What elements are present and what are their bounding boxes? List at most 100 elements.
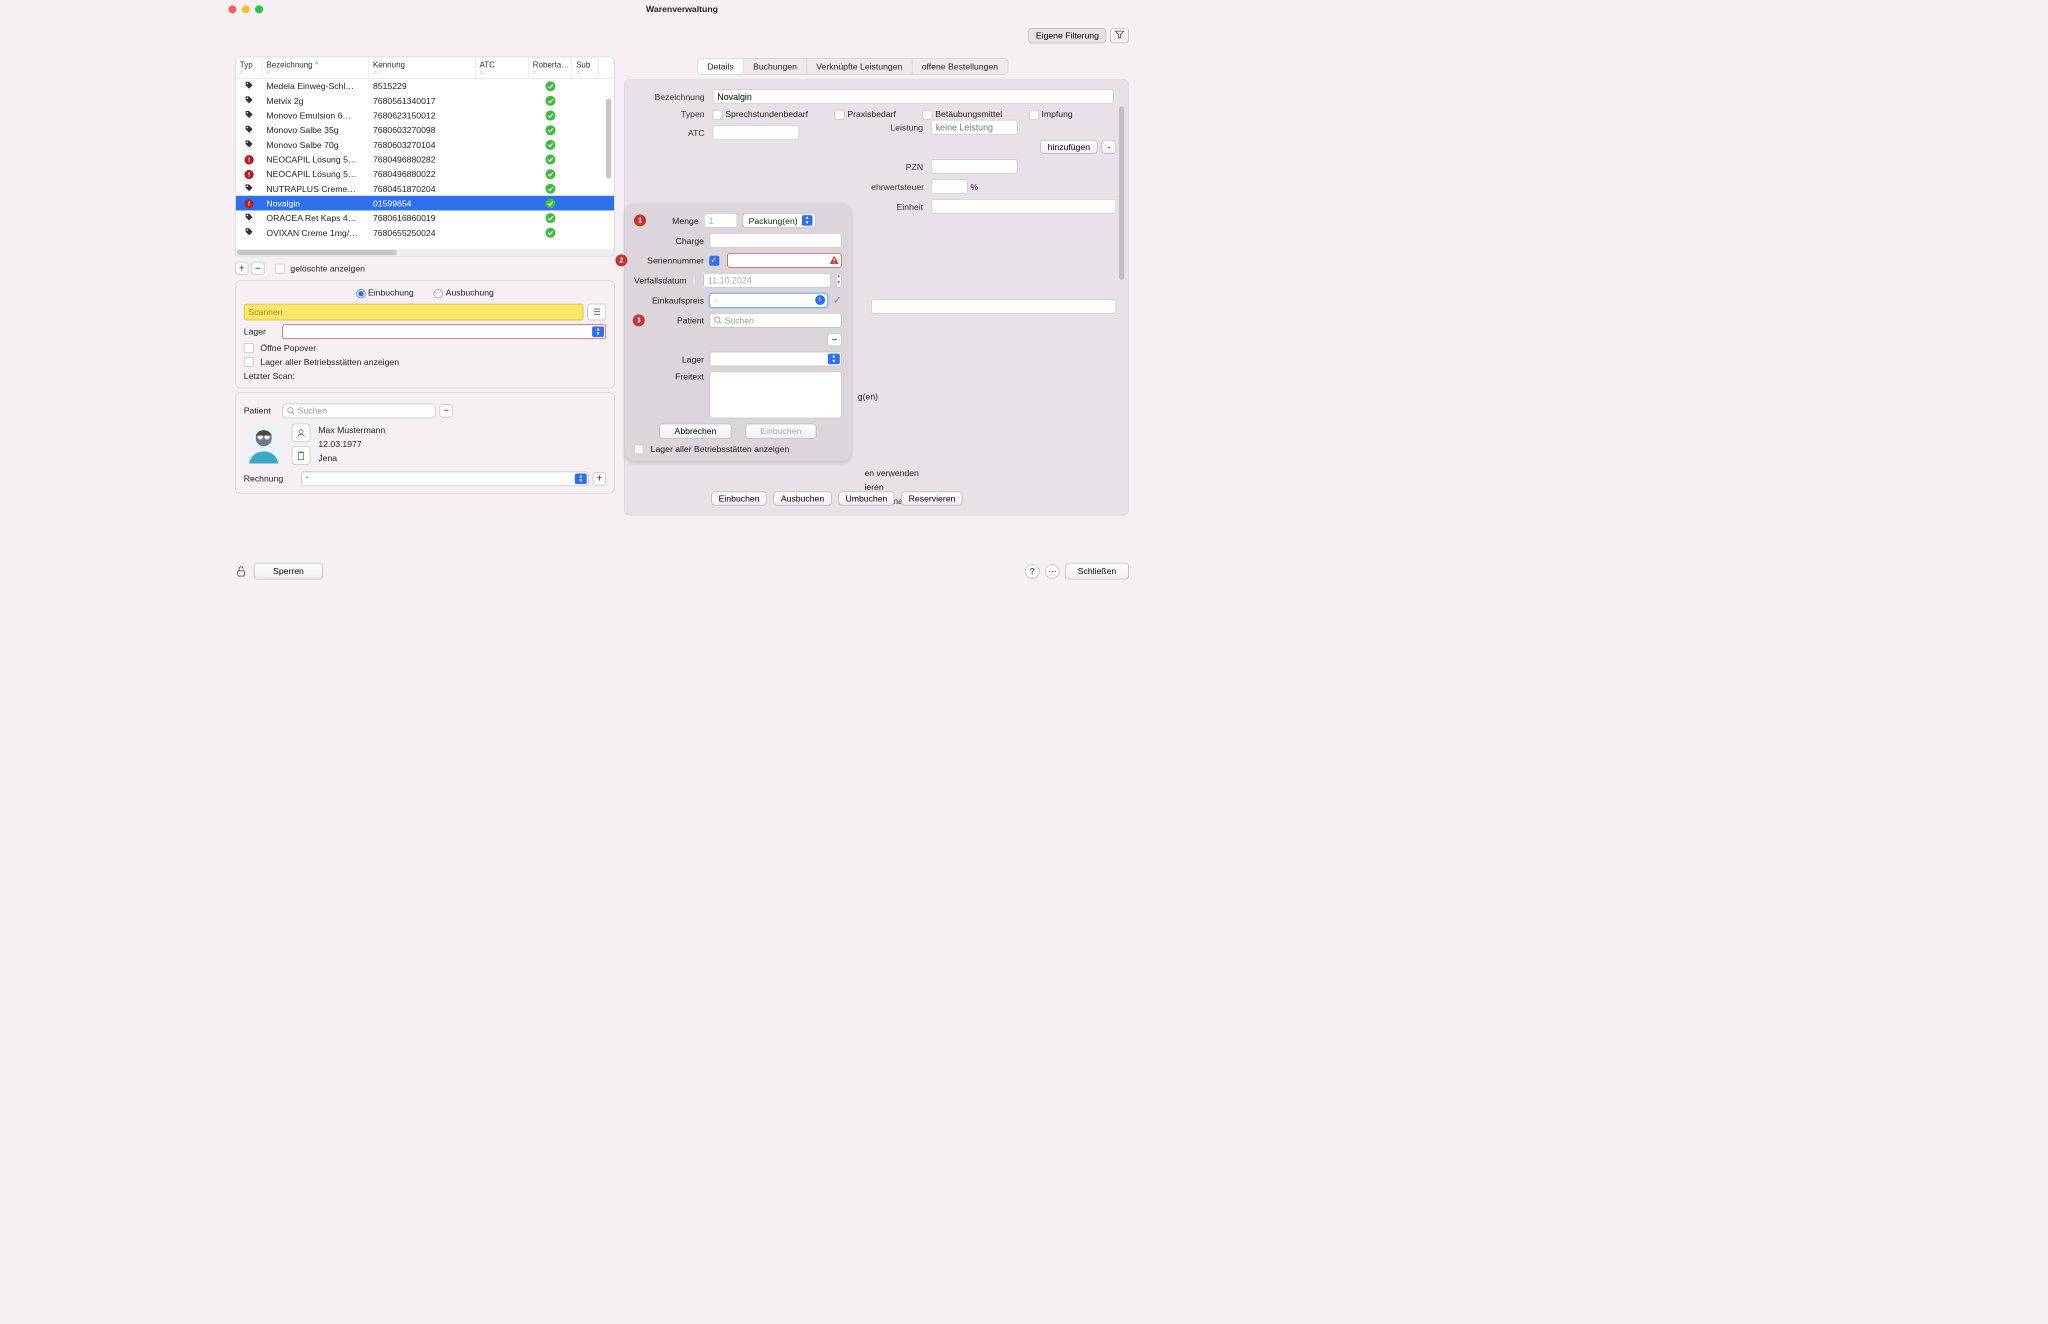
leistung-remove-button[interactable]: - xyxy=(1101,140,1116,154)
leistung-input[interactable] xyxy=(931,120,1018,135)
check-icon xyxy=(545,169,555,179)
ek-input[interactable] xyxy=(709,293,827,308)
verfall-input[interactable] xyxy=(703,273,830,288)
popover-cancel-button[interactable]: Abbrechen xyxy=(659,424,732,439)
popover-einbuchen-button[interactable]: Einbuchen xyxy=(745,424,817,439)
remove-item-button[interactable]: − xyxy=(251,262,264,275)
patient-name: Max Mustermann xyxy=(318,425,385,435)
table-row[interactable]: ORACEA Ret Kaps 4…7680616860019 xyxy=(236,210,614,225)
col-sub[interactable]: Sub○ xyxy=(572,57,599,78)
einheit-input[interactable] xyxy=(931,199,1116,214)
col-bezeichnung[interactable]: Bezeichnung ^○ xyxy=(262,57,369,78)
leistung-add-button[interactable]: hinzufügen xyxy=(1040,140,1097,154)
table-row[interactable]: Metvix 2g7680561340017 xyxy=(236,93,614,108)
bez-input[interactable] xyxy=(713,89,1114,104)
patient-card-icon[interactable] xyxy=(292,423,311,442)
tag-icon xyxy=(244,95,253,104)
tag-icon xyxy=(244,80,253,89)
typ-praxis[interactable]: Praxisbedarf xyxy=(835,109,896,120)
more-button[interactable]: ⋯ xyxy=(1045,564,1060,579)
einbuchen-button[interactable]: Einbuchen xyxy=(711,492,767,506)
invoice-select[interactable]: - xyxy=(301,471,589,486)
ek-confirm-icon[interactable]: ✓ xyxy=(833,294,842,307)
umbuchen-button[interactable]: Umbuchen xyxy=(838,492,895,506)
tab-details[interactable]: Details xyxy=(698,59,744,74)
atc-input[interactable] xyxy=(713,125,800,140)
invoice-add-button[interactable]: + xyxy=(593,472,606,485)
scan-input[interactable]: Scannen xyxy=(244,303,584,320)
sperren-button[interactable]: Sperren xyxy=(254,563,323,580)
clipboard-icon[interactable] xyxy=(292,446,311,465)
menge-input[interactable] xyxy=(704,213,737,228)
popover-patient-search[interactable]: Suchen xyxy=(709,313,842,328)
show-deleted-checkbox[interactable] xyxy=(275,263,285,273)
tab-buchungen[interactable]: Buchungen xyxy=(744,59,807,74)
table-row[interactable]: Medela Einweg-Schl…8515229 xyxy=(236,79,614,94)
all-sites-checkbox[interactable] xyxy=(244,357,254,367)
atc-label: ATC xyxy=(639,128,712,138)
typ-sprechstunde[interactable]: Sprechstundenbedarf xyxy=(713,109,808,120)
typ-impfung[interactable]: Impfung xyxy=(1029,109,1073,120)
popover-allsites-checkbox[interactable] xyxy=(634,444,644,454)
own-filter-button[interactable]: Eigene Filterung xyxy=(1029,28,1107,43)
mode-ausbuchung[interactable]: Ausbuchung xyxy=(434,288,494,298)
patient-search[interactable]: Suchen xyxy=(282,403,435,418)
open-popover-checkbox[interactable] xyxy=(244,343,254,353)
check-icon xyxy=(545,183,555,193)
table-row[interactable]: !NEOCAPIL Lösung 5…7680496880022 xyxy=(236,167,614,182)
freitext-input[interactable] xyxy=(709,372,842,419)
patient-remove-button[interactable]: − xyxy=(827,333,842,346)
charge-input[interactable] xyxy=(709,233,842,248)
patient-clear-button[interactable]: − xyxy=(440,404,453,417)
col-typ[interactable]: Typ○ xyxy=(236,57,263,78)
help-button[interactable]: ? xyxy=(1025,564,1040,579)
check-icon xyxy=(545,81,555,91)
patient-city: Jena xyxy=(318,453,385,463)
table-row[interactable]: !NEOCAPIL Lösung 5…7680496880282 xyxy=(236,152,614,167)
table-row[interactable]: OVIXAN Creme 1mg/…7680655250024 xyxy=(236,225,614,240)
scan-list-button[interactable] xyxy=(587,303,606,320)
check-icon xyxy=(545,140,555,150)
detail-vscroll[interactable] xyxy=(1119,107,1126,473)
check-icon xyxy=(545,154,555,164)
typ-betaeubung[interactable]: Betäubungsmittel xyxy=(923,109,1003,120)
reservieren-button[interactable]: Reservieren xyxy=(901,492,962,506)
mode-einbuchung[interactable]: Einbuchung xyxy=(356,288,414,298)
popover-lager-select[interactable] xyxy=(709,352,842,367)
tab-leistungen[interactable]: Verknüpfte Leistungen xyxy=(807,59,912,74)
table-row[interactable]: Monovo Emulsion 6…7680623150012 xyxy=(236,108,614,123)
lager-select[interactable] xyxy=(282,324,606,339)
step-1-badge: 1 xyxy=(634,214,646,226)
extra-input-1[interactable] xyxy=(871,299,1116,314)
col-kennung[interactable]: Kennung○ xyxy=(369,57,476,78)
date-stepper[interactable]: ▲▼ xyxy=(836,273,842,288)
serien-checkbox[interactable] xyxy=(709,255,719,265)
detail-pane: Bezeichnung Typen Sprechstundenbedarf Pr… xyxy=(624,79,1129,515)
search-icon xyxy=(714,316,722,324)
invoice-label: Rechnung xyxy=(244,474,297,484)
check-icon xyxy=(545,198,555,208)
table-row[interactable]: NUTRAPLUS Creme…7680451870204 xyxy=(236,181,614,196)
table-vscroll[interactable] xyxy=(606,72,613,254)
tab-bestellungen[interactable]: offene Bestellungen xyxy=(912,59,1007,74)
items-table: Typ○ Bezeichnung ^○ Kennung○ ATC○ Robert… xyxy=(235,57,615,257)
filter-icon-button[interactable] xyxy=(1110,28,1129,43)
serien-input[interactable] xyxy=(727,253,842,268)
table-hscroll[interactable] xyxy=(236,249,614,256)
verfall-checkbox[interactable] xyxy=(692,275,696,285)
einbuchen-popover: 1 Menge Packung(en) Charge 2 Seriennumme… xyxy=(625,204,851,461)
schliessen-button[interactable]: Schließen xyxy=(1065,563,1129,580)
info-icon[interactable]: i xyxy=(815,295,825,305)
pzn-input[interactable] xyxy=(931,159,1018,174)
table-row[interactable]: Monovo Salbe 35g7680603270098 xyxy=(236,123,614,138)
table-row[interactable]: !Novalgin01599654 xyxy=(236,196,614,211)
alert-icon: ! xyxy=(244,170,253,179)
mwst-input[interactable] xyxy=(931,179,968,194)
col-atc[interactable]: ATC○ xyxy=(476,57,529,78)
menge-unit-select[interactable]: Packung(en) xyxy=(743,213,816,228)
detail-tabs: Details Buchungen Verknüpfte Leistungen … xyxy=(697,58,1008,75)
add-item-button[interactable]: + xyxy=(235,262,248,275)
col-robot[interactable]: Roberta…○ xyxy=(529,57,572,78)
ausbuchen-button[interactable]: Ausbuchen xyxy=(774,492,832,506)
table-row[interactable]: Monovo Salbe 70g7680603270104 xyxy=(236,137,614,152)
